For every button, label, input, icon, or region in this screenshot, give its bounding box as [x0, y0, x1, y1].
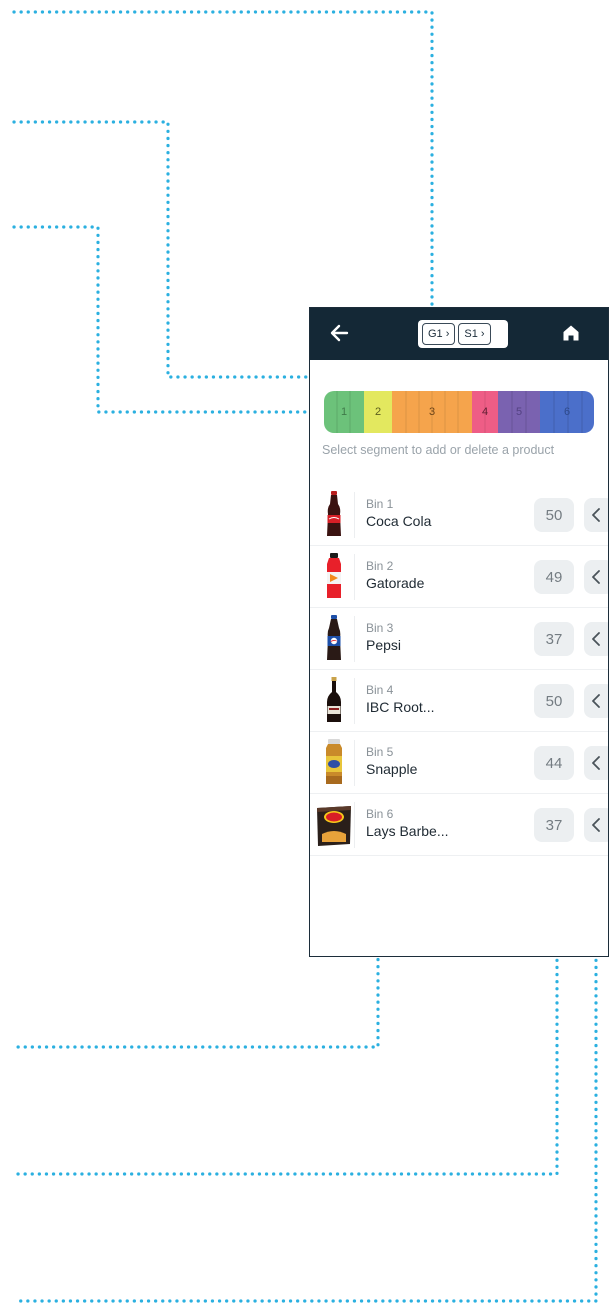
- segment-1-label: 1: [340, 406, 348, 418]
- expand-button[interactable]: [584, 684, 608, 718]
- segment-4-label: 4: [481, 406, 489, 418]
- product-name: Pepsi: [366, 637, 402, 653]
- product-count: 50: [534, 684, 574, 718]
- expand-button[interactable]: [584, 498, 608, 532]
- thumb-divider: [354, 802, 355, 848]
- segment-5-label: 5: [515, 406, 523, 418]
- chevron-left-icon: [592, 756, 600, 770]
- product-name: Gatorade: [366, 575, 425, 591]
- expand-button[interactable]: [584, 622, 608, 656]
- app-header: G1 › S1 ›: [310, 308, 608, 360]
- chevron-left-icon: [592, 632, 600, 646]
- home-icon: [563, 325, 579, 341]
- snapple-bottle-icon: [326, 739, 342, 784]
- product-row[interactable]: Bin 1 Coca Cola 50: [310, 484, 608, 546]
- connector-segment-bar: [12, 225, 322, 414]
- gatorade-bottle-icon: [327, 553, 341, 598]
- product-count: 50: [534, 498, 574, 532]
- thumb-divider: [354, 492, 355, 538]
- home-button[interactable]: [562, 324, 580, 342]
- product-count: 37: [534, 808, 574, 842]
- breadcrumb-g1[interactable]: G1 ›: [422, 323, 456, 345]
- segment-6-label: 6: [563, 406, 571, 418]
- arrow-left-icon: [330, 324, 349, 342]
- thumb-divider: [354, 554, 355, 600]
- root-beer-bottle-icon: [327, 677, 341, 722]
- product-list: Bin 1 Coca Cola 50 Bin 2 Gatorade 49 Bin…: [310, 484, 608, 856]
- bin-label: Bin 2: [366, 559, 394, 573]
- product-row[interactable]: Bin 4 IBC Root... 50: [310, 670, 608, 732]
- coca-cola-bottle-icon: [327, 491, 341, 536]
- chevron-left-icon: [592, 570, 600, 584]
- connector-breadcrumb: [12, 10, 434, 313]
- segment-hint: Select segment to add or delete a produc…: [322, 443, 555, 457]
- bin-label: Bin 5: [366, 745, 394, 759]
- bin-label: Bin 1: [366, 497, 394, 511]
- thumb-divider: [354, 616, 355, 662]
- product-name: Coca Cola: [366, 513, 432, 529]
- segment-2-label: 2: [374, 406, 382, 418]
- product-name: Lays Barbe...: [366, 823, 449, 839]
- segment-1[interactable]: 1: [324, 391, 364, 433]
- bin-label: Bin 6: [366, 807, 394, 821]
- product-name: Snapple: [366, 761, 418, 777]
- back-button[interactable]: [328, 322, 350, 344]
- product-row[interactable]: Bin 6 Lays Barbe... 37: [310, 794, 608, 856]
- chevron-left-icon: [592, 694, 600, 708]
- lays-chips-bag-icon: [317, 806, 351, 846]
- bin-label: Bin 4: [366, 683, 394, 697]
- segment-2[interactable]: 2: [364, 391, 392, 433]
- expand-button[interactable]: [584, 746, 608, 780]
- product-row[interactable]: Bin 3 Pepsi 37: [310, 608, 608, 670]
- segment-4[interactable]: 4: [472, 391, 498, 433]
- breadcrumb-s1[interactable]: S1 ›: [458, 323, 491, 345]
- product-count: 49: [534, 560, 574, 594]
- pepsi-bottle-icon: [327, 615, 341, 660]
- segment-5[interactable]: 5: [498, 391, 540, 433]
- phone-screen: G1 › S1 › 1 2 3 4 5 6 Select segment to …: [309, 307, 609, 957]
- product-row[interactable]: Bin 5 Snapple 44: [310, 732, 608, 794]
- bin-label: Bin 3: [366, 621, 394, 635]
- breadcrumb: G1 › S1 ›: [418, 320, 508, 348]
- segment-6[interactable]: 6: [540, 391, 594, 433]
- expand-button[interactable]: [584, 560, 608, 594]
- segment-3[interactable]: 3: [392, 391, 472, 433]
- thumb-divider: [354, 678, 355, 724]
- thumb-divider: [354, 740, 355, 786]
- segment-3-label: 3: [428, 406, 436, 418]
- product-row[interactable]: Bin 2 Gatorade 49: [310, 546, 608, 608]
- chevron-left-icon: [592, 818, 600, 832]
- chevron-left-icon: [592, 508, 600, 522]
- product-name: IBC Root...: [366, 699, 435, 715]
- segment-bar: 1 2 3 4 5 6: [324, 391, 594, 433]
- product-count: 37: [534, 622, 574, 656]
- product-count: 44: [534, 746, 574, 780]
- expand-button[interactable]: [584, 808, 608, 842]
